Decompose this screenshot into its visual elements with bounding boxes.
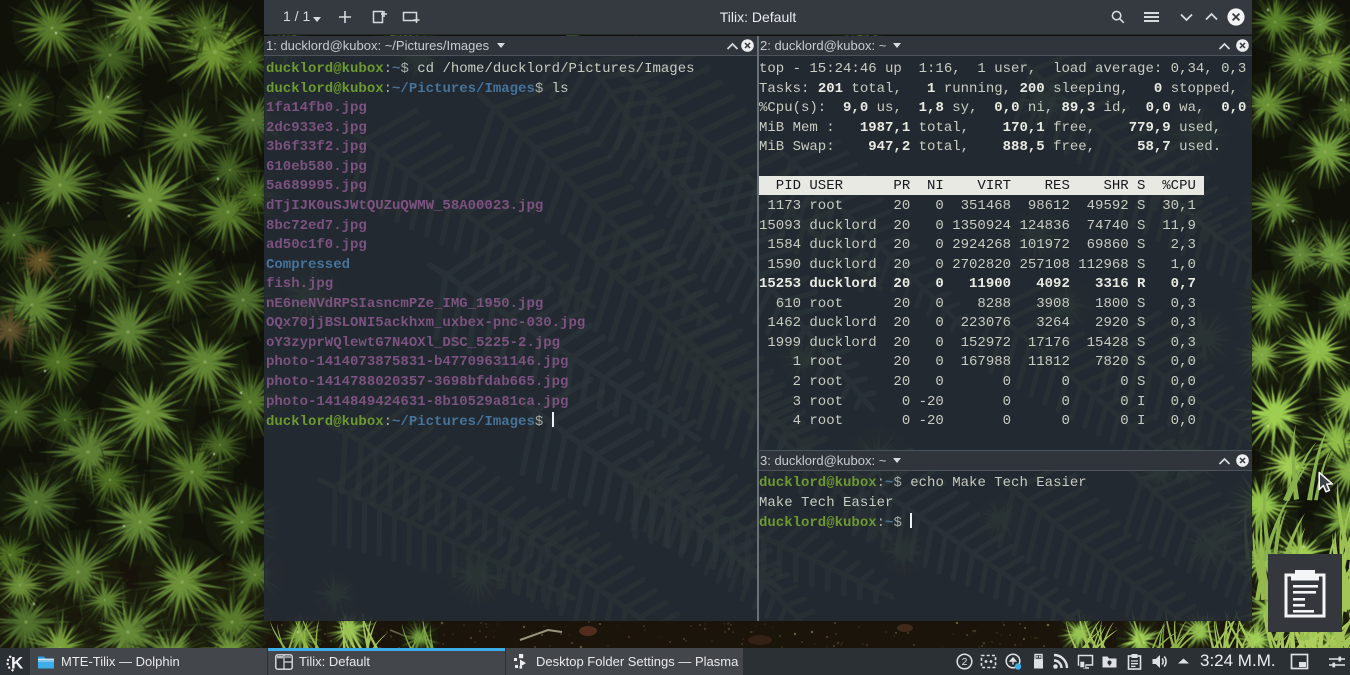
svg-text:2: 2 bbox=[961, 656, 967, 668]
